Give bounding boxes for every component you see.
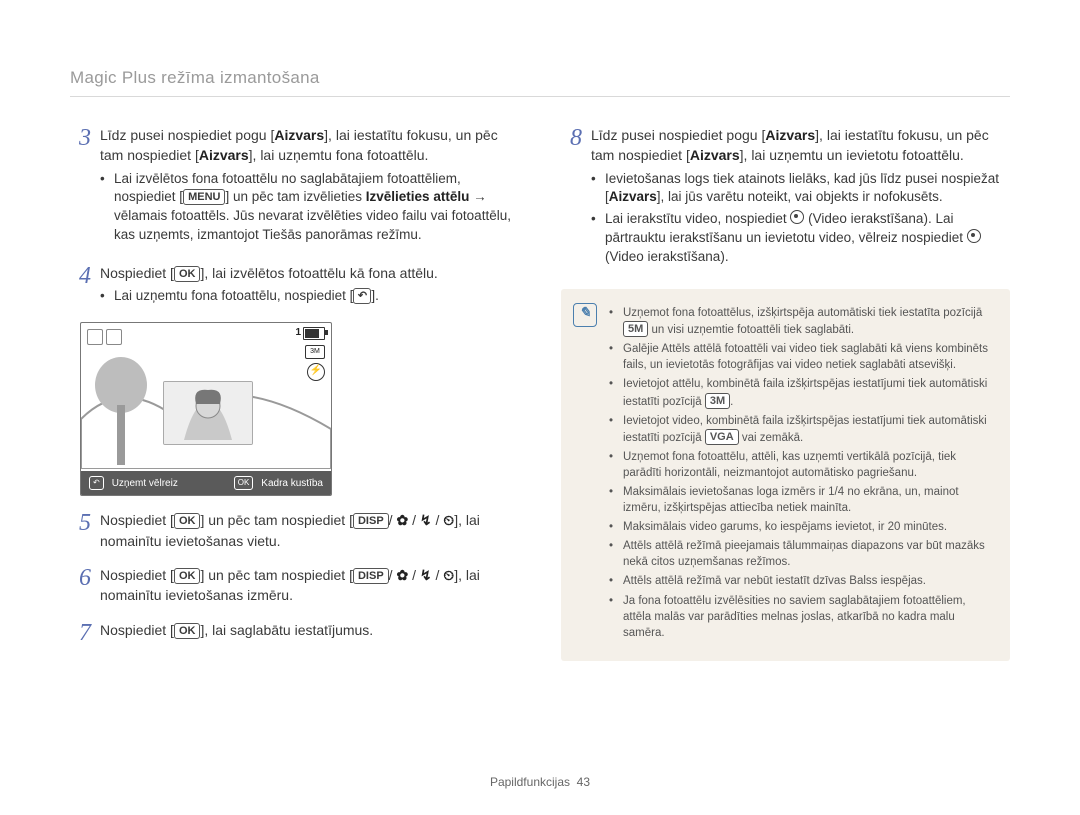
step-8: 8Līdz pusei nospiediet pogu [Aizvars], l…: [561, 125, 1010, 275]
note-bullets: Uzņemot fona fotoattēlus, izšķirtspēja a…: [609, 305, 996, 641]
note-icon: ✎: [573, 303, 597, 327]
note-item: Ja fona fotoattēlu izvēlēsities no savie…: [609, 593, 996, 641]
inset-photo: [163, 381, 253, 445]
footer-section: Papildfunkcijas: [490, 775, 570, 789]
step-body: Līdz pusei nospiediet pogu [Aizvars], la…: [591, 125, 1010, 275]
bullet-item: Lai uzņemtu fona fotoattēlu, nospiediet …: [100, 287, 519, 306]
step-text: Nospiediet [OK] un pēc tam nospiediet [D…: [100, 565, 519, 606]
step-6: 6Nospiediet [OK] un pēc tam nospiediet […: [70, 565, 519, 610]
note-box: ✎ Uzņemot fona fotoattēlus, izšķirtspēja …: [561, 289, 1010, 661]
step-body: Nospiediet [OK] un pēc tam nospiediet [D…: [100, 510, 519, 555]
step-number: 5: [70, 510, 100, 555]
columns: 3Līdz pusei nospiediet pogu [Aizvars], l…: [70, 125, 1010, 661]
note-item: Ievietojot attēlu, kombinētā faila izšķi…: [609, 376, 996, 409]
note-item: Uzņemot fona fotoattēlu, attēli, kas uzņ…: [609, 449, 996, 481]
note-item: Ievietojot video, kombinētā faila izšķir…: [609, 413, 996, 446]
step-3: 3Līdz pusei nospiediet pogu [Aizvars], l…: [70, 125, 519, 253]
frame-motion-label: Kadra kustība: [261, 478, 323, 489]
page-title: Magic Plus režīma izmantošana: [70, 68, 1010, 97]
camera-preview: 13M⚡↶Uzņemt vēlreizOKKadra kustība: [80, 322, 332, 496]
note-item: Maksimālais video garums, ko iespējams i…: [609, 519, 996, 535]
indicator-icon: [106, 329, 122, 345]
frame-index: 1: [295, 327, 301, 338]
step-bullets: Lai izvēlētos fona fotoattēlu no saglabā…: [100, 170, 519, 246]
step-number: 6: [70, 565, 100, 610]
note-item: Uzņemot fona fotoattēlus, izšķirtspēja a…: [609, 305, 996, 338]
note-item: Attēls attēlā režīmā var nebūt iestatīt …: [609, 573, 996, 589]
step-bullets: Lai uzņemtu fona fotoattēlu, nospiediet …: [100, 287, 519, 306]
step-body: Nospiediet [OK] un pēc tam nospiediet [D…: [100, 565, 519, 610]
ok-key-icon: OK: [234, 476, 254, 490]
bullet-item: Ievietošanas logs tiek atainots lielāks,…: [591, 170, 1010, 208]
step-text: Nospiediet [OK], lai saglabātu iestatīju…: [100, 620, 519, 640]
note-item: Galējie Attēls attēlā fotoattēli vai vid…: [609, 341, 996, 373]
step-number: 4: [70, 263, 100, 314]
bullet-item: Lai izvēlētos fona fotoattēlu no saglabā…: [100, 170, 519, 246]
step-text: Līdz pusei nospiediet pogu [Aizvars], la…: [591, 125, 1010, 166]
resolution-icon: 3M: [305, 345, 325, 359]
retake-label: Uzņemt vēlreiz: [112, 478, 178, 489]
step-number: 8: [561, 125, 591, 275]
step-4: 4Nospiediet [OK], lai izvēlētos fotoattē…: [70, 263, 519, 314]
note-item: Maksimālais ievietošanas loga izmērs ir …: [609, 484, 996, 516]
step-text: Nospiediet [OK] un pēc tam nospiediet [D…: [100, 510, 519, 551]
footer-page: 43: [577, 775, 590, 789]
indicator-icon: [87, 329, 103, 345]
battery-icon: [303, 327, 325, 340]
left-column: 3Līdz pusei nospiediet pogu [Aizvars], l…: [70, 125, 519, 661]
step-body: Līdz pusei nospiediet pogu [Aizvars], la…: [100, 125, 519, 253]
page-footer: Papildfunkcijas 43: [0, 775, 1080, 789]
bullet-item: Lai ierakstītu video, nospiediet (Video …: [591, 210, 1010, 267]
preview-indicators: [87, 329, 122, 345]
step-number: 3: [70, 125, 100, 253]
note-item: Attēls attēlā režīmā pieejamais tālummai…: [609, 538, 996, 570]
step-body: Nospiediet [OK], lai saglabātu iestatīju…: [100, 620, 519, 646]
step-7: 7Nospiediet [OK], lai saglabātu iestatīj…: [70, 620, 519, 646]
right-column: 8Līdz pusei nospiediet pogu [Aizvars], l…: [561, 125, 1010, 661]
step-bullets: Ievietošanas logs tiek atainots lielāks,…: [591, 170, 1010, 267]
preview-bottom-bar: ↶ Uzņemt vēlreiz OK Kadra kustība: [81, 471, 331, 495]
step-5: 5Nospiediet [OK] un pēc tam nospiediet […: [70, 510, 519, 555]
step-number: 7: [70, 620, 100, 646]
step-body: Nospiediet [OK], lai izvēlētos fotoattēl…: [100, 263, 519, 314]
tree-illustration: [93, 355, 153, 465]
step-text: Nospiediet [OK], lai izvēlētos fotoattēl…: [100, 263, 519, 283]
step-text: Līdz pusei nospiediet pogu [Aizvars], la…: [100, 125, 519, 166]
back-key-icon: ↶: [89, 476, 104, 490]
